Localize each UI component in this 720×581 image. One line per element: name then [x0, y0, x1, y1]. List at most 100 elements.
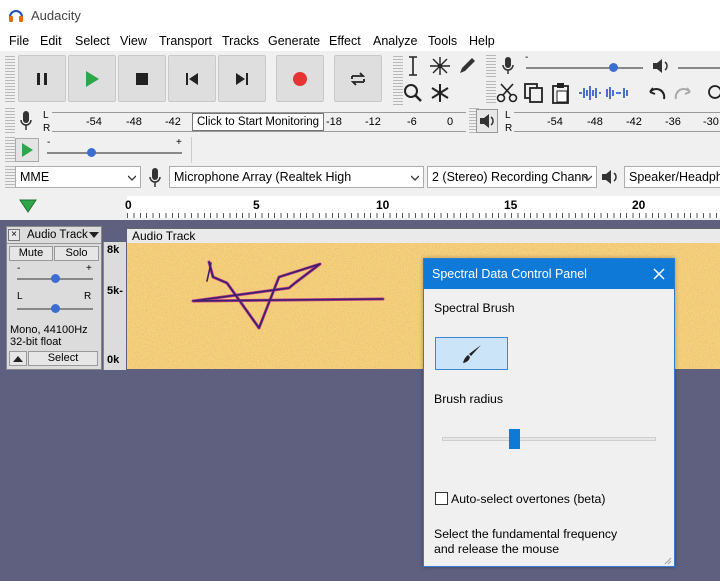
zoom-tool-button[interactable] [401, 81, 425, 105]
audio-host-select[interactable]: MME [15, 166, 141, 188]
playback-volume-slider[interactable] [678, 67, 720, 69]
frequency-scale-label: 8k [107, 244, 120, 256]
track-header: × Audio Track [7, 227, 101, 244]
record-meter-tick: -6 [407, 116, 417, 128]
redo-icon[interactable] [673, 84, 695, 102]
playback-device-value: Speaker/Headpho [629, 170, 720, 184]
track-menu-chevron-icon[interactable] [89, 232, 99, 239]
menu-select[interactable]: Select [75, 34, 110, 48]
play-speed-minus: - [47, 137, 51, 148]
menu-effect[interactable]: Effect [329, 34, 361, 48]
playback-meter-button[interactable] [476, 109, 498, 133]
play-speed-slider[interactable] [47, 152, 182, 154]
record-volume-slider[interactable] [526, 67, 643, 69]
paste-icon[interactable] [550, 82, 572, 104]
skip-to-end-button[interactable] [218, 55, 266, 102]
playback-meter-tick: -30 [703, 116, 719, 128]
chevron-down-icon [411, 175, 419, 181]
timeline-ruler[interactable]: 0 5 10 15 20 [125, 196, 720, 218]
spectral-brush-heading: Spectral Brush [434, 301, 515, 315]
play-speed-thumb[interactable] [87, 148, 96, 157]
select-track-button[interactable]: Select [28, 351, 98, 366]
track-bit-depth-info: 32-bit float [10, 336, 62, 348]
track-close-button[interactable]: × [8, 229, 20, 241]
clip-header[interactable]: Audio Track [127, 228, 720, 243]
menu-view[interactable]: View [120, 34, 147, 48]
menu-edit[interactable]: Edit [40, 34, 62, 48]
play-button[interactable] [68, 55, 116, 102]
brush-icon [462, 344, 481, 363]
playback-meter[interactable] [514, 112, 720, 132]
panel-title-bar[interactable]: Spectral Data Control Panel [424, 259, 674, 289]
undo-icon[interactable] [645, 84, 667, 102]
copy-icon[interactable] [523, 82, 545, 104]
track-name-button[interactable]: Audio Track [27, 229, 88, 241]
window-title: Audacity [31, 8, 81, 23]
record-icon [293, 71, 307, 86]
play-icon [86, 70, 99, 87]
recording-channels-value: 2 (Stereo) Recording Chann [432, 170, 589, 184]
menu-tracks[interactable]: Tracks [222, 34, 259, 48]
play-speed-grip[interactable] [5, 137, 15, 163]
record-volume-grip[interactable] [486, 55, 496, 77]
menu-generate[interactable]: Generate [268, 34, 320, 48]
gain-thumb[interactable] [51, 274, 60, 283]
solo-button[interactable]: Solo [54, 246, 99, 261]
selection-tool-button[interactable] [401, 54, 425, 78]
envelope-tool-button[interactable] [428, 54, 452, 78]
record-volume-thumb[interactable] [609, 63, 618, 72]
record-meter-grip[interactable] [5, 108, 15, 134]
pencil-icon [460, 58, 475, 73]
auto-select-overtones-label[interactable]: Auto-select overtones (beta) [451, 492, 605, 506]
menu-tools[interactable]: Tools [428, 34, 457, 48]
brush-radius-label: Brush radius [434, 392, 504, 406]
menu-bar: File Edit Select View Transport Tracks G… [0, 31, 720, 51]
auto-select-overtones-checkbox[interactable] [435, 492, 448, 505]
pause-button[interactable] [18, 55, 66, 102]
playback-device-select[interactable]: Speaker/Headpho [624, 166, 720, 188]
collapse-track-button[interactable] [9, 351, 27, 366]
menu-file[interactable]: File [9, 34, 29, 48]
play-at-speed-icon [22, 143, 33, 157]
transport-toolbar-grip[interactable] [5, 56, 15, 103]
ruler-label: 0 [125, 198, 132, 212]
trim-audio-icon[interactable] [578, 84, 602, 102]
record-button[interactable] [276, 55, 324, 102]
track-control-panel: × Audio Track Mute Solo - + L R Mono, 44… [6, 226, 102, 370]
resize-grip-icon[interactable] [662, 555, 672, 565]
silence-audio-icon[interactable] [606, 84, 630, 102]
menu-help[interactable]: Help [469, 34, 495, 48]
device-toolbar-grip[interactable] [5, 166, 15, 190]
collapse-up-icon [13, 356, 23, 362]
instruction-line-1: Select the fundamental frequency [434, 527, 618, 541]
play-at-speed-button[interactable] [15, 138, 39, 162]
brush-radius-slider[interactable] [442, 437, 656, 441]
gain-minus-label: - [17, 263, 21, 274]
menu-analyze[interactable]: Analyze [373, 34, 417, 48]
panel-close-button[interactable] [644, 259, 674, 289]
stop-button[interactable] [118, 55, 166, 102]
multi-tool-button[interactable] [428, 81, 452, 105]
skip-to-start-button[interactable] [168, 55, 216, 102]
playback-meter-tick: -54 [547, 116, 563, 128]
recording-device-select[interactable]: Microphone Array (Realtek High [169, 166, 424, 188]
brush-radius-thumb[interactable] [508, 429, 520, 449]
timeline-pin-icon[interactable] [18, 197, 38, 215]
record-meter-tick: -12 [365, 116, 381, 128]
recording-channels-select[interactable]: 2 (Stereo) Recording Chann [427, 166, 597, 188]
zoom-in-icon[interactable] [706, 84, 720, 102]
spectral-brush-button[interactable] [435, 337, 508, 370]
loop-icon [350, 71, 366, 86]
record-meter-microphone-icon[interactable] [18, 110, 34, 132]
edit-toolbar-grip[interactable] [486, 81, 496, 105]
ruler-label: 20 [632, 198, 646, 212]
cut-icon[interactable] [496, 82, 518, 104]
mute-button[interactable]: Mute [9, 246, 53, 261]
pause-icon [37, 72, 47, 85]
clip-name: Audio Track [132, 229, 196, 243]
loop-button[interactable] [334, 55, 382, 102]
menu-transport[interactable]: Transport [159, 34, 212, 48]
draw-tool-button[interactable] [455, 54, 479, 78]
ruler-ticks [127, 213, 720, 218]
pan-thumb[interactable] [51, 304, 60, 313]
